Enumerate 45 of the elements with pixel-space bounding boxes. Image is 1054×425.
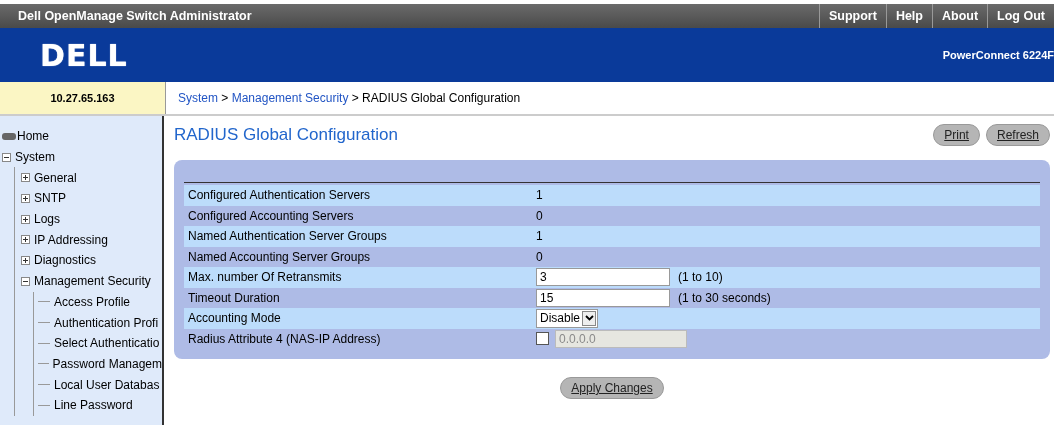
field-label: Accounting Mode — [187, 311, 282, 326]
breadcrumb-text: > RADIUS Global Configuration — [350, 91, 521, 105]
tree-item[interactable]: IP Addressing — [34, 232, 108, 247]
breadcrumb-text: > — [220, 91, 230, 105]
tree-item[interactable]: Diagnostics — [34, 253, 97, 268]
tree-item[interactable]: Management Security — [34, 274, 151, 289]
field-label: Radius Attribute 4 (NAS-IP Address) — [187, 331, 382, 346]
logo: DELL — [40, 37, 128, 73]
tree-item[interactable]: Authentication Profi — [54, 315, 159, 330]
tree-item[interactable]: General — [34, 170, 77, 185]
field-label: Timeout Duration — [187, 290, 281, 305]
breadcrumb-link[interactable]: System — [178, 91, 218, 105]
drive-icon — [2, 132, 16, 140]
breadcrumb-link[interactable]: Management Security — [231, 91, 349, 105]
field-label: Max. number Of Retransmits — [187, 270, 343, 285]
field-value: 1 — [536, 188, 543, 203]
ip-address: 10.27.65.163 — [0, 82, 166, 114]
tree-item[interactable]: Password Managem — [52, 356, 162, 371]
page-button[interactable]: Print — [933, 124, 980, 146]
field-label: Configured Accounting Servers — [187, 208, 355, 223]
tree-item[interactable]: Access Profile — [54, 294, 131, 309]
caret-icon[interactable] — [582, 310, 597, 326]
field-label: Configured Authentication Servers — [187, 188, 372, 203]
range-hint: (1 to 10) — [678, 270, 723, 285]
tree-item[interactable]: Local User Databas — [54, 377, 160, 392]
app-title: Dell OpenManage Switch Administrator — [17, 9, 252, 23]
tree-item[interactable]: Logs — [34, 212, 61, 227]
tree-item[interactable]: Home — [17, 129, 49, 144]
input-field[interactable]: 3 — [536, 268, 670, 287]
page-title: RADIUS Global Configuration — [174, 125, 398, 145]
field-label: Named Accounting Server Groups — [187, 249, 372, 264]
tree-item[interactable]: System — [15, 150, 55, 165]
tree-item[interactable]: SNTP — [34, 191, 66, 206]
tree-item[interactable]: Line Password — [54, 398, 133, 413]
input-field[interactable]: 15 — [536, 288, 670, 307]
field-value: 0 — [536, 249, 543, 264]
range-hint: (1 to 30 seconds) — [678, 290, 771, 305]
field-value: 0 — [536, 208, 543, 223]
dropdown[interactable]: Disable — [536, 308, 599, 328]
field-value: 1 — [536, 229, 543, 244]
page-button[interactable]: Refresh — [985, 124, 1050, 146]
model-name: PowerConnect 6224F — [942, 49, 1054, 61]
tree-item[interactable]: Select Authenticatio — [54, 336, 160, 351]
field-label: Named Authentication Server Groups — [187, 229, 388, 244]
apply-changes-button[interactable]: Apply Changes — [560, 377, 664, 399]
